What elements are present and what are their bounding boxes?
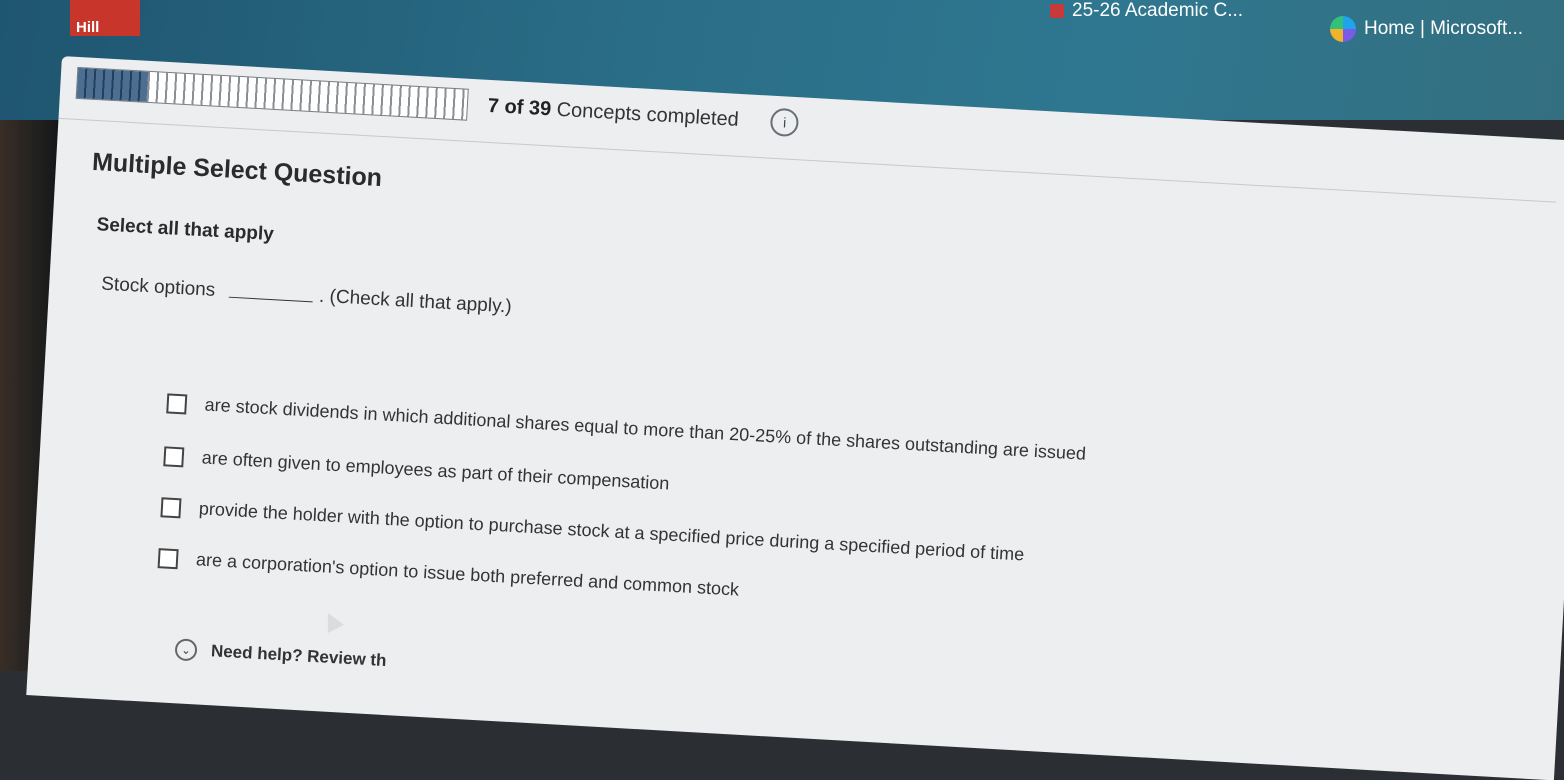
answer-option-2-text: are often given to employees as part of … [201,447,670,494]
answer-option-4-text: are a corporation's option to issue both… [195,549,740,600]
need-help-link[interactable]: ⌄ Need help? Review th [174,638,387,672]
concept-progress-bar [75,66,469,121]
mcgraw-hill-logo: Hill [70,0,140,36]
stem-end: . (Check all that apply.) [318,285,513,318]
stem-start: Stock options [100,273,216,301]
answer-checkbox-4[interactable] [157,547,179,569]
progress-fill [76,67,149,102]
bookmark-microsoft-home[interactable]: Home | Microsoft... [1330,16,1523,42]
answer-checkbox-3[interactable] [160,496,182,518]
progress-text: 7 of 39 Concepts completed [487,94,740,131]
bookmark-microsoft-label: Home | Microsoft... [1364,18,1524,39]
microsoft-365-icon [1330,16,1356,42]
question-instruction: Select all that apply [96,214,275,246]
bookmark-academic[interactable]: 25-26 Academic C... [1050,0,1243,22]
stem-blank [228,295,313,303]
answer-option-4[interactable]: are a corporation's option to issue both… [157,547,740,600]
question-stem: Stock options . (Check all that apply.) [101,274,513,319]
mouse-cursor-icon [319,608,344,634]
progress-completed-count: 7 [487,94,500,117]
progress-label: Concepts completed [556,98,740,131]
question-type-title: Multiple Select Question [91,147,383,193]
answer-option-2[interactable]: are often given to employees as part of … [163,445,670,494]
answer-checkbox-2[interactable] [163,445,185,467]
chevron-down-icon: ⌄ [174,638,198,662]
question-panel: 7 of 39 Concepts completed i Multiple Se… [26,56,1564,780]
need-help-label: Need help? Review th [210,641,387,671]
answer-checkbox-1[interactable] [166,392,188,414]
progress-total-count: 39 [528,96,552,120]
bookmark-academic-label: 25-26 Academic C... [1072,0,1244,21]
info-icon[interactable]: i [769,107,800,138]
bookmark-red-icon [1050,4,1064,18]
